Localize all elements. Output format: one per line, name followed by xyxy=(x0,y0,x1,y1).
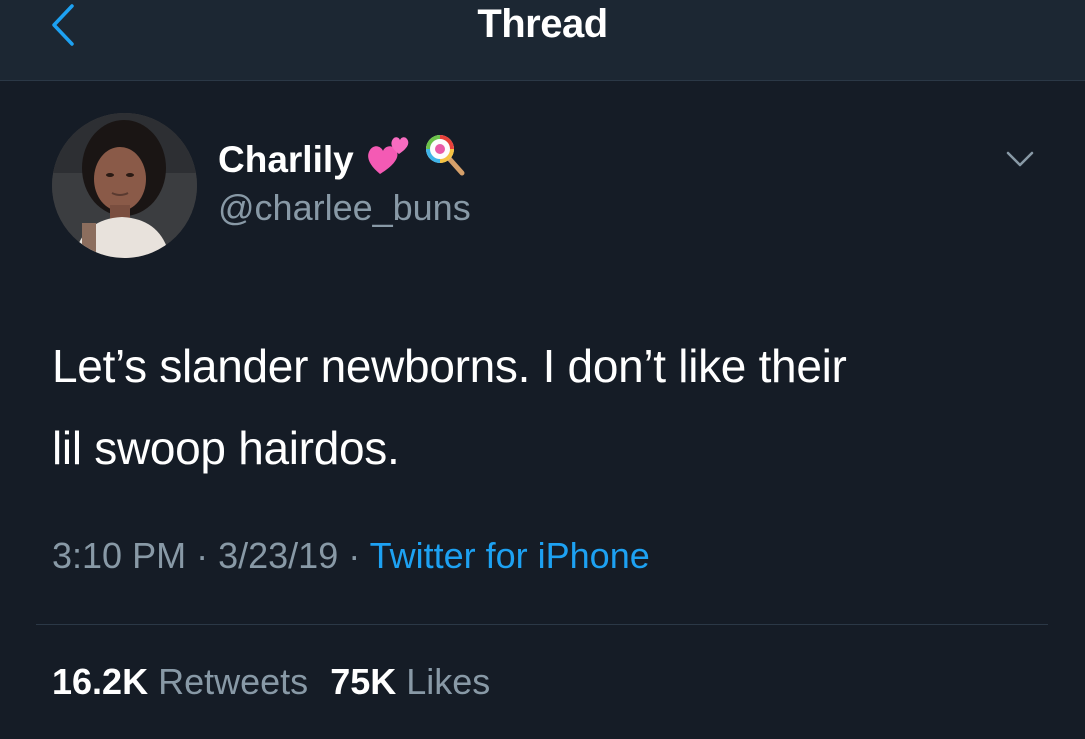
divider xyxy=(36,624,1048,625)
likes-stat[interactable]: 75K Likes xyxy=(330,658,490,706)
tweet-source-link[interactable]: Twitter for iPhone xyxy=(370,535,650,576)
nav-bar: Thread xyxy=(0,0,1085,81)
author-display-name: Charlily xyxy=(218,139,354,180)
tweet-time: 3:10 PM xyxy=(52,535,187,576)
meta-separator: · xyxy=(348,535,361,576)
tweet-text-line: Let’s slander newborns. I don’t like the… xyxy=(52,340,847,392)
tweet-meta: 3:10 PM · 3/23/19 · Twitter for iPhone xyxy=(52,532,650,580)
page-title: Thread xyxy=(477,2,608,46)
tweet-text-line: lil swoop hairdos. xyxy=(52,422,400,474)
author-name[interactable]: Charlily xyxy=(218,133,466,187)
tweet-stats: 16.2K Retweets 75K Likes xyxy=(52,658,490,706)
author-handle[interactable]: @charlee_buns xyxy=(218,186,471,230)
likes-count: 75K xyxy=(330,661,397,702)
tweet-text: Let’s slander newborns. I don’t like the… xyxy=(52,325,1052,489)
tweet-options-button[interactable] xyxy=(1000,146,1040,176)
avatar[interactable] xyxy=(52,113,197,258)
retweets-stat[interactable]: 16.2K Retweets xyxy=(52,658,308,706)
likes-label: Likes xyxy=(406,661,491,702)
lollipop-emoji-icon xyxy=(424,133,466,187)
retweets-count: 16.2K xyxy=(52,661,149,702)
two-hearts-emoji-icon xyxy=(366,134,412,186)
chevron-down-icon xyxy=(1005,150,1035,173)
retweets-label: Retweets xyxy=(158,661,309,702)
tweet-date: 3/23/19 xyxy=(218,535,339,576)
tweet-detail-screen: Thread Charlily @charlee_buns Let’s slan… xyxy=(0,0,1085,739)
meta-separator: · xyxy=(196,535,209,576)
